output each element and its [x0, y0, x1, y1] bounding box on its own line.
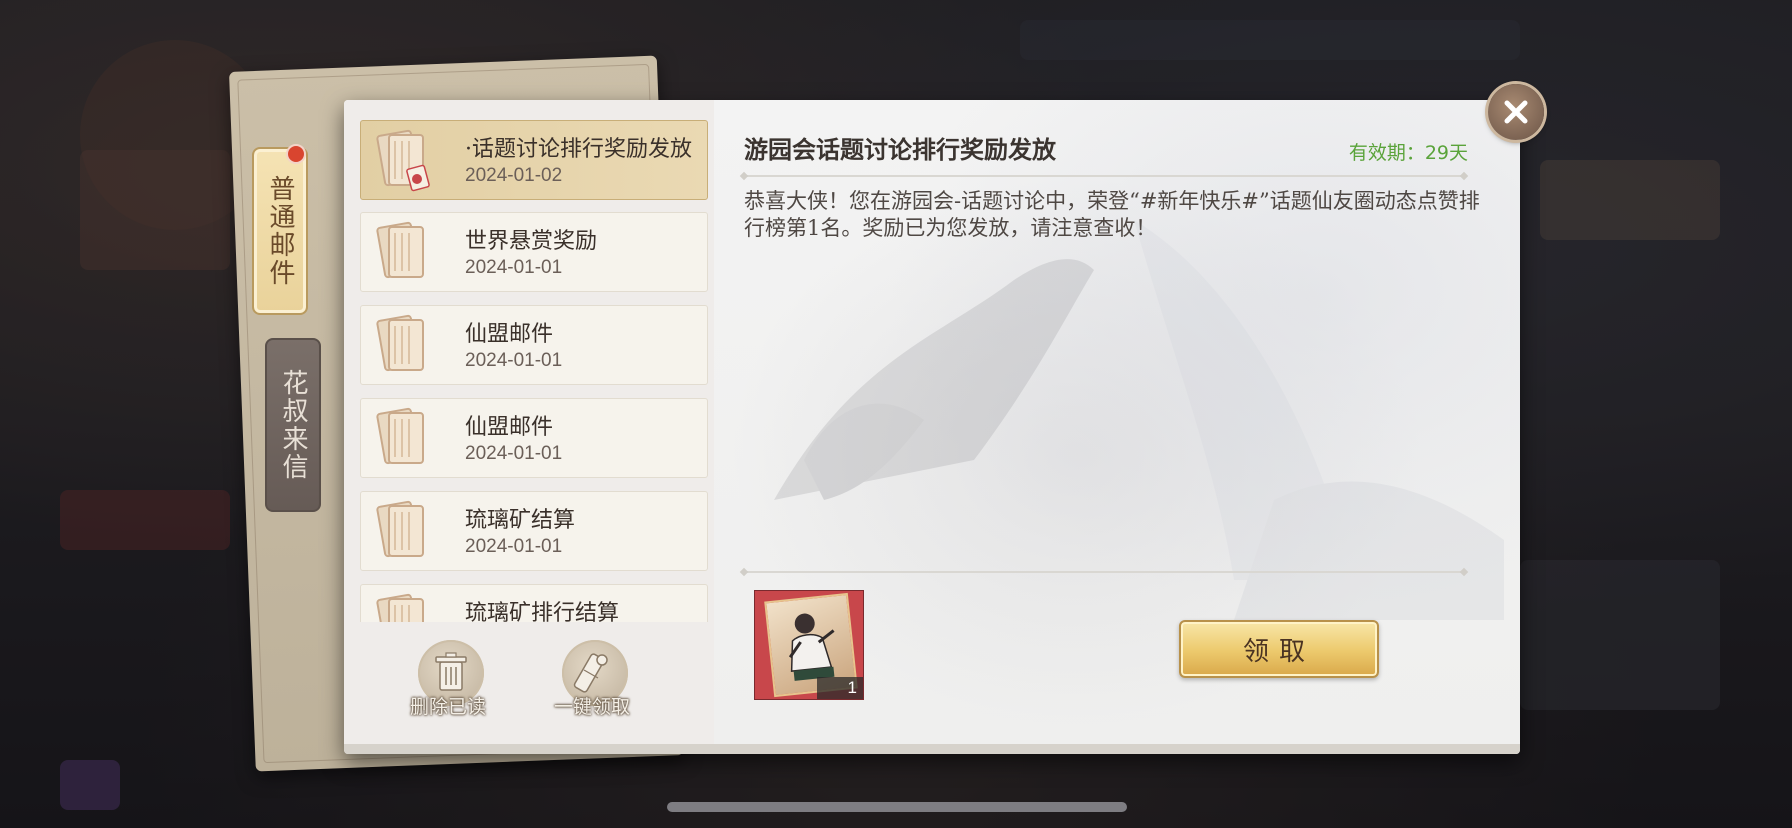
expiry-label: 有效期：29天 [1348, 142, 1468, 164]
reward-count: 1 [817, 677, 863, 699]
mail-body: 恭喜大侠！您在游园会-话题讨论中，荣登“#新年快乐#”话题仙友圈动态点赞排行榜第… [744, 189, 1480, 240]
mail-title: 仙盟邮件 [465, 322, 554, 347]
mail-title: 仙盟邮件 [465, 415, 554, 440]
tab-huashu-letters-label: 花叔来信 [278, 369, 308, 481]
mail-date: 2024-01-01 [465, 257, 563, 278]
mail-list-column: ·话题讨论排行奖励发放 2024-01-02 世界悬赏奖励 2024-01-01 [344, 100, 714, 744]
mail-item-selected[interactable]: ·话题讨论排行奖励发放 2024-01-02 [360, 120, 708, 200]
mail-date: 2024-01-02 [465, 165, 563, 186]
mail-title: 琉璃矿结算 [465, 508, 576, 533]
tab-normal-mail[interactable]: 普通邮件 [252, 147, 308, 315]
mail-detail: 游园会话题讨论排行奖励发放 有效期：29天 恭喜大侠！您在游园会-话题讨论中，荣… [714, 100, 1520, 744]
list-footer [344, 622, 714, 744]
mail-date: 2024-01-01 [465, 536, 563, 557]
reward-item[interactable]: 1 [755, 591, 863, 699]
claim-button-label: 领取 [1242, 636, 1315, 667]
mail-scroll-icon [376, 407, 424, 465]
tab-huashu-letters[interactable]: 花叔来信 [265, 338, 321, 512]
mail-subject: 游园会话题讨论排行奖励发放 [744, 135, 1056, 164]
notification-badge [286, 144, 306, 164]
close-button[interactable] [1488, 84, 1544, 140]
mail-item[interactable]: 世界悬赏奖励 2024-01-01 [360, 212, 708, 292]
claim-button[interactable]: 领取 [1179, 620, 1379, 678]
mail-item[interactable]: 琉璃矿结算 2024-01-01 [360, 491, 708, 571]
mail-scroll-icon [376, 221, 424, 279]
mail-item[interactable]: 仙盟邮件 2024-01-01 [360, 398, 708, 478]
mail-item[interactable]: 仙盟邮件 2024-01-01 [360, 305, 708, 385]
delete-read-label: 删除已读 [410, 696, 487, 718]
mail-title: 世界悬赏奖励 [465, 229, 598, 254]
mail-panel: ·话题讨论排行奖励发放 2024-01-02 世界悬赏奖励 2024-01-01 [344, 100, 1520, 754]
claim-all-label: 一键领取 [554, 696, 631, 718]
mail-date: 2024-01-01 [465, 350, 563, 371]
home-indicator[interactable] [667, 802, 1127, 812]
mail-scroll-icon [376, 314, 424, 372]
mail-title: ·话题讨论排行奖励发放 [465, 137, 692, 162]
reward-divider [744, 571, 1464, 573]
close-icon [1504, 100, 1528, 124]
tab-normal-mail-label: 普通邮件 [265, 175, 295, 287]
header-divider [744, 175, 1464, 177]
mail-scroll-icon [376, 129, 430, 192]
mail-date: 2024-01-01 [465, 443, 563, 464]
mail-scroll-icon [376, 500, 424, 558]
